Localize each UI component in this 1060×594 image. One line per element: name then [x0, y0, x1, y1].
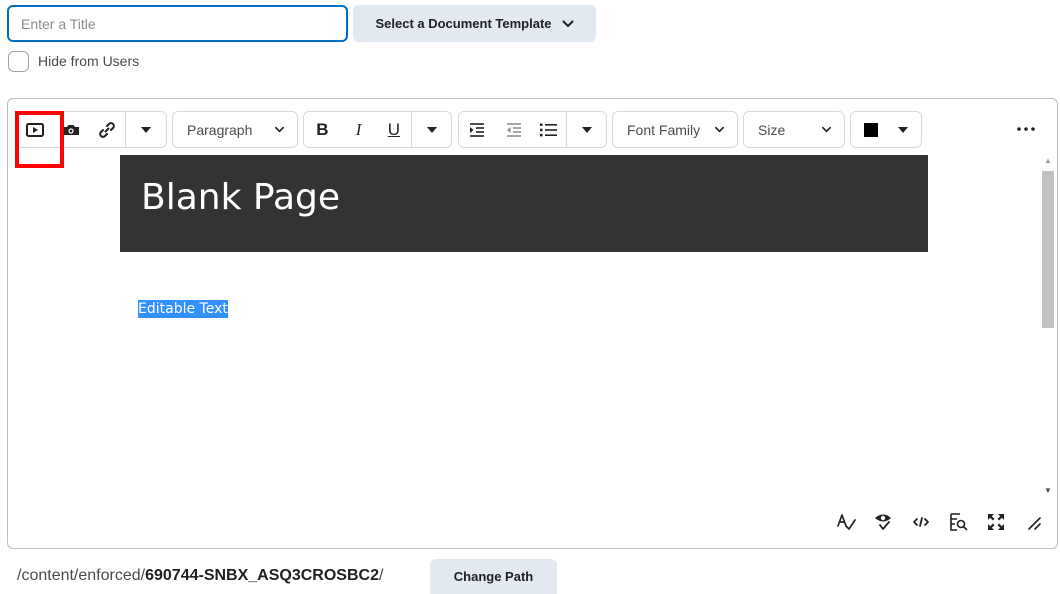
indent-icon	[470, 122, 485, 137]
hide-from-users-checkbox[interactable]	[8, 50, 29, 72]
font-family-dropdown[interactable]: Font Family	[612, 111, 738, 148]
path-prefix: /content/enforced/	[17, 567, 146, 584]
editable-text[interactable]: Editable Text	[138, 300, 228, 318]
caret-down-icon	[426, 126, 437, 133]
more-options-button[interactable]	[1013, 120, 1039, 138]
font-size-label: Size	[758, 121, 786, 138]
text-style-more-dropdown[interactable]	[412, 112, 451, 147]
scrollbar-thumb[interactable]	[1042, 171, 1054, 328]
spellcheck-button[interactable]	[835, 511, 857, 533]
image-icon	[63, 124, 79, 135]
caret-down-icon	[581, 126, 592, 133]
fullscreen-button[interactable]	[985, 511, 1007, 533]
source-code-button[interactable]	[910, 511, 932, 533]
paragraph-format-dropdown[interactable]: Paragraph	[172, 111, 298, 148]
accessibility-check-icon	[875, 514, 891, 530]
resize-handle[interactable]	[1023, 511, 1045, 533]
chevron-down-icon	[275, 126, 284, 133]
select-document-template-button[interactable]: Select a Document Template	[353, 5, 596, 42]
chevron-down-icon	[715, 126, 724, 133]
scroll-down-arrow[interactable]: ▼	[1043, 486, 1053, 496]
text-color-picker[interactable]	[850, 111, 922, 148]
page-header-block[interactable]: Blank Page	[120, 155, 928, 252]
accessibility-check-button[interactable]	[872, 511, 894, 533]
template-button-label: Select a Document Template	[375, 16, 552, 31]
indent-button[interactable]	[459, 112, 496, 147]
caret-down-icon	[141, 126, 151, 133]
path-folder: 690744-SNBX_ASQ3CROSBC2	[145, 567, 379, 584]
outdent-icon	[506, 122, 521, 137]
preview-icon	[950, 513, 968, 531]
fullscreen-icon	[988, 514, 1004, 530]
link-icon	[99, 121, 115, 138]
caret-down-icon	[898, 126, 908, 133]
path-suffix: /	[378, 567, 384, 584]
bold-button[interactable]: B	[304, 112, 341, 147]
source-code-icon	[913, 517, 929, 527]
spellcheck-icon	[837, 514, 856, 530]
list-more-dropdown[interactable]	[567, 112, 606, 147]
hide-from-users-label: Hide from Users	[38, 53, 140, 69]
more-icon	[1017, 127, 1035, 131]
font-size-dropdown[interactable]: Size	[743, 111, 845, 148]
title-input[interactable]	[7, 5, 348, 42]
italic-button[interactable]: I	[341, 112, 377, 147]
insert-image-button[interactable]	[53, 112, 89, 147]
color-swatch	[864, 122, 878, 137]
insert-link-button[interactable]	[89, 112, 125, 147]
hide-from-users-row[interactable]: Hide from Users	[8, 50, 139, 72]
text-style-toolbar-group: B I U	[303, 111, 452, 148]
page-heading[interactable]: Blank Page	[141, 177, 340, 218]
bullet-list-button[interactable]	[532, 112, 567, 147]
insert-video-button[interactable]	[16, 112, 53, 147]
content-path: /content/enforced/690744-SNBX_ASQ3CROSBC…	[17, 567, 383, 585]
outdent-button[interactable]	[496, 112, 532, 147]
insert-toolbar-group	[15, 111, 167, 148]
chevron-down-icon	[822, 126, 831, 133]
insert-more-dropdown[interactable]	[126, 112, 166, 147]
scroll-up-arrow[interactable]: ▲	[1043, 156, 1053, 166]
chevron-down-icon	[562, 20, 574, 27]
preview-button[interactable]	[947, 511, 969, 533]
list-toolbar-group	[458, 111, 607, 148]
video-icon	[25, 122, 44, 137]
paragraph-format-label: Paragraph	[187, 121, 253, 138]
resize-handle-icon	[1028, 517, 1041, 530]
underline-button[interactable]: U	[377, 112, 412, 147]
change-path-button[interactable]: Change Path	[430, 559, 557, 594]
bullet-list-icon	[540, 123, 558, 136]
font-family-label: Font Family	[627, 121, 701, 138]
